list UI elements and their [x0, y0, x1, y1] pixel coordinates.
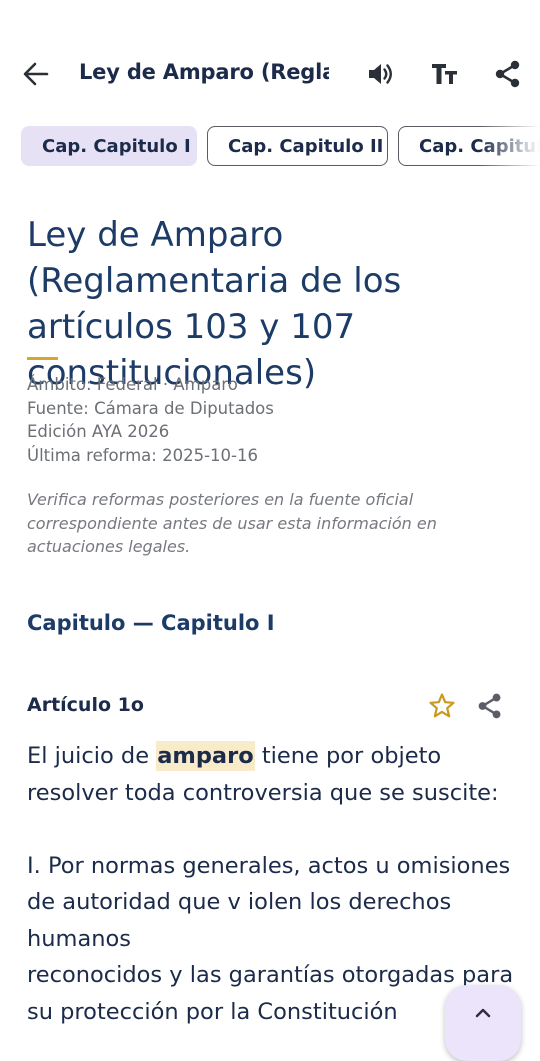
meta-scope: Ámbito: Federal · Amparo [27, 375, 238, 394]
document-title: Ley de Amparo (Reglamentaria de los artí… [27, 215, 402, 393]
document-meta: Ámbito: Federal · Amparo Fuente: Cámara … [27, 373, 507, 467]
meta-last-reform: Última reforma: 2025-10-16 [27, 445, 258, 465]
back-button[interactable] [18, 56, 54, 92]
volume-icon [369, 64, 392, 84]
share-icon [495, 60, 520, 88]
article-paragraph-1: El juicio de amparo tiene por objeto res… [27, 738, 522, 811]
accent-divider [27, 357, 58, 360]
chip-capitulo-2[interactable]: Cap. Capitulo II [207, 126, 388, 166]
search-highlight: amparo [156, 741, 255, 771]
article-heading: Artículo 1o [27, 694, 144, 716]
text-size-icon [432, 64, 457, 84]
arrow-back-icon [23, 62, 49, 86]
read-aloud-button[interactable] [362, 56, 398, 92]
article-paragraph-2: I. Por normas generales, actos u omision… [27, 852, 511, 952]
article-body: El juicio de amparo tiene por objeto res… [27, 738, 522, 1030]
share-icon [478, 693, 501, 719]
chapter-chip-bar: Cap. Capitulo I Cap. Capitulo II Cap. Ca… [0, 126, 540, 168]
meta-edition: Edición AYA 2026 [27, 422, 170, 441]
meta-source: Fuente: Cámara de Diputados [27, 398, 274, 418]
scroll-to-top-button[interactable] [445, 985, 521, 1061]
favorite-button[interactable] [424, 688, 460, 724]
chip-label: Cap. Capitulo II [228, 135, 384, 157]
app-bar-title: Ley de Amparo (Regla... [79, 60, 329, 84]
chip-capitulo-1[interactable]: Cap. Capitulo I [21, 126, 197, 166]
arrow-up-icon [473, 1003, 493, 1027]
share-button[interactable] [490, 56, 526, 92]
chips-fade [480, 126, 540, 168]
text-size-button[interactable] [426, 56, 462, 92]
legal-notice: Verifica reformas posteriores en la fuen… [27, 490, 437, 556]
app-bar: Ley de Amparo (Regla... [0, 44, 540, 104]
text-run: El juicio de [27, 743, 157, 769]
chip-label: Cap. Capitulo I [42, 135, 191, 157]
article-share-button[interactable] [472, 688, 508, 724]
chapter-heading: Capitulo — Capitulo I [27, 611, 275, 635]
star-outline-icon [429, 693, 455, 718]
